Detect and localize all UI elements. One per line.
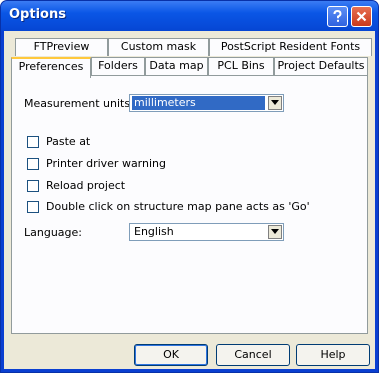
reload-project-label: Reload project bbox=[46, 179, 126, 192]
printer-driver-warning-label: Printer driver warning bbox=[46, 157, 166, 170]
tab-preferences[interactable]: Preferences bbox=[11, 57, 91, 78]
tab-label: FTPreview bbox=[33, 40, 90, 53]
tab-pcl-bins[interactable]: PCL Bins bbox=[208, 57, 274, 75]
title-bar[interactable]: Options bbox=[1, 1, 378, 31]
language-value: English bbox=[134, 225, 174, 238]
paste-at-label: Paste at bbox=[46, 135, 91, 148]
tab-project-defaults[interactable]: Project Defaults bbox=[274, 57, 368, 75]
chevron-down-icon bbox=[271, 229, 279, 234]
ok-button[interactable]: OK bbox=[134, 344, 208, 366]
reload-project-checkbox[interactable] bbox=[27, 180, 39, 192]
tab-postscript-resident-fonts[interactable]: PostScript Resident Fonts bbox=[209, 38, 372, 56]
tab-label: Custom mask bbox=[120, 40, 197, 53]
chevron-down-icon bbox=[271, 100, 279, 105]
tab-label: Preferences bbox=[18, 60, 84, 73]
language-label: Language: bbox=[24, 226, 82, 239]
double-click-go-label: Double click on structure map pane acts … bbox=[46, 200, 310, 213]
tab-label: PostScript Resident Fonts bbox=[220, 40, 361, 53]
help-button-label: Help bbox=[320, 348, 346, 361]
tab-data-map[interactable]: Data map bbox=[145, 57, 208, 75]
tab-custom-mask[interactable]: Custom mask bbox=[108, 38, 209, 56]
dropdown-arrow-button[interactable] bbox=[268, 96, 282, 110]
preferences-panel: Measurement units: millimeters Paste at … bbox=[11, 75, 368, 334]
help-button[interactable]: Help bbox=[296, 344, 370, 366]
dropdown-arrow-button[interactable] bbox=[268, 225, 282, 239]
tab-folders[interactable]: Folders bbox=[91, 57, 145, 75]
language-select[interactable]: English bbox=[129, 223, 284, 241]
dialog-client-area: FTPreview Custom mask PostScript Residen… bbox=[4, 31, 375, 369]
ok-button-label: OK bbox=[163, 348, 179, 361]
close-button[interactable] bbox=[351, 6, 372, 27]
options-dialog: Options FTPreview Custom mask PostScript… bbox=[0, 0, 379, 373]
tab-label: PCL Bins bbox=[217, 59, 265, 72]
close-icon bbox=[356, 11, 367, 22]
tab-label: Data map bbox=[149, 59, 204, 72]
question-icon bbox=[333, 9, 342, 22]
measurement-units-select[interactable]: millimeters bbox=[129, 94, 284, 112]
window-title: Options bbox=[9, 7, 66, 22]
printer-driver-warning-checkbox[interactable] bbox=[27, 158, 39, 170]
measurement-units-value: millimeters bbox=[132, 96, 265, 110]
tab-label: Folders bbox=[98, 59, 138, 72]
cancel-button[interactable]: Cancel bbox=[216, 344, 290, 366]
measurement-units-label: Measurement units: bbox=[24, 97, 134, 110]
tab-label: Project Defaults bbox=[277, 59, 365, 72]
tab-ftpreview[interactable]: FTPreview bbox=[15, 38, 108, 56]
double-click-go-checkbox[interactable] bbox=[27, 201, 39, 213]
cancel-button-label: Cancel bbox=[234, 348, 272, 361]
paste-at-checkbox[interactable] bbox=[27, 136, 39, 148]
help-title-button[interactable] bbox=[327, 6, 348, 27]
